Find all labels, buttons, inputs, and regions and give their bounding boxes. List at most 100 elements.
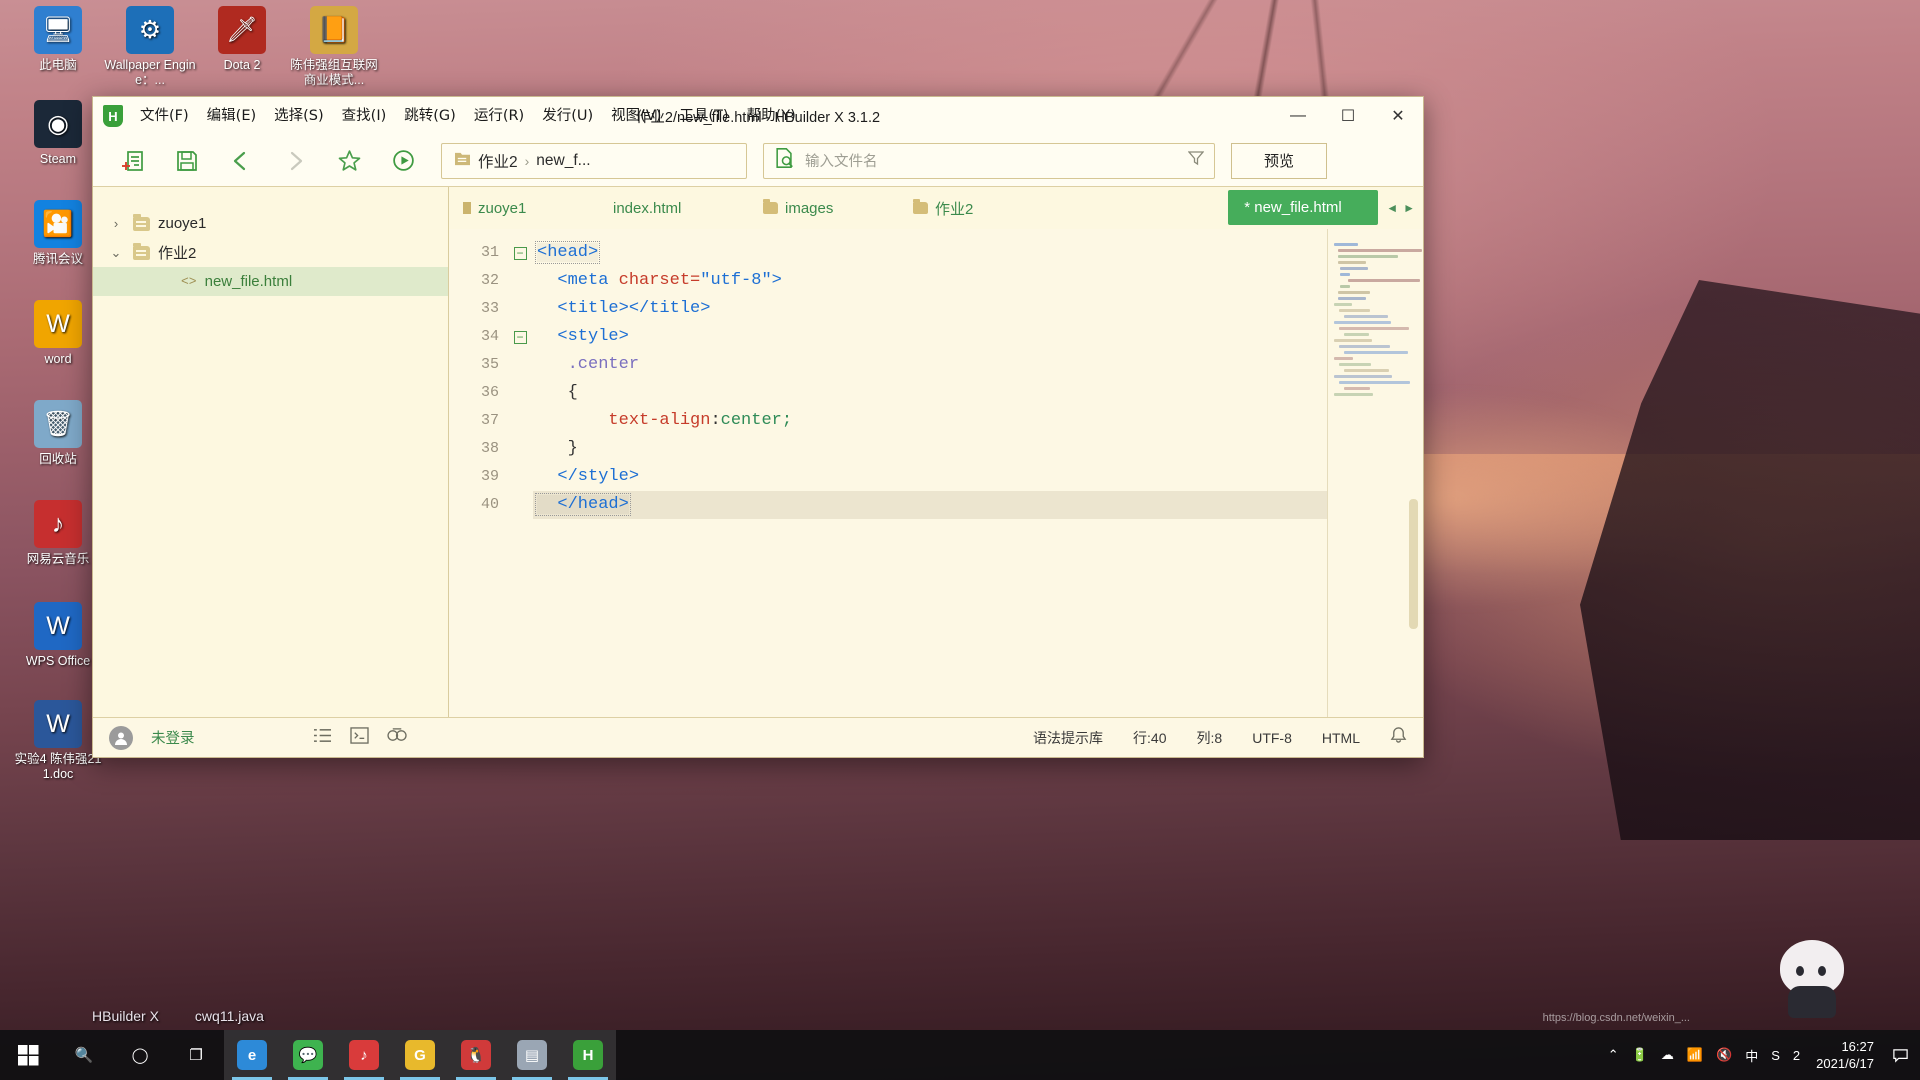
desktop-icon-9[interactable]: W WPS Office [12,602,104,669]
breadcrumb-item-1[interactable]: new_f... [536,152,590,170]
tab--2[interactable]: 作业2 [899,187,1049,229]
desktop-icon-0[interactable]: 🖥 此电脑 [12,6,104,73]
taskbar-cortana-icon[interactable]: ◯ [112,1030,168,1080]
desktop-icon-7[interactable]: 🗑 回收站 [12,400,104,467]
tray-network-icon[interactable]: 📶 [1687,1047,1703,1063]
minimap[interactable] [1327,229,1423,717]
tray-onedrive-icon[interactable]: ☁ [1661,1047,1674,1063]
tab-next-icon[interactable]: ► [1403,201,1415,215]
new-file-icon[interactable] [107,141,159,181]
sidebar-item-zuoye1[interactable]: › zuoye1 [93,209,448,238]
language-label[interactable]: HTML [1322,730,1360,746]
editor-scrollbar[interactable] [1409,499,1418,629]
code-line[interactable]: </head> [533,491,1327,519]
code-line[interactable]: <title></title> [533,295,1327,323]
code-token: : [710,411,721,430]
taskbar-search-icon[interactable]: 🔍 [56,1030,112,1080]
taskbar-hbuilder-icon[interactable]: H [560,1030,616,1080]
tray-volume-mute-icon[interactable]: 🔇 [1716,1047,1732,1063]
menu-item-7[interactable]: 视图(V) [602,97,670,135]
sidebar-item--2[interactable]: ⌄ 作业2 [93,238,448,267]
tab-index-html[interactable]: index.html [599,187,749,229]
bell-icon[interactable] [1390,726,1407,749]
taskbar-edge-icon[interactable]: e [224,1030,280,1080]
taskbar-app-g-icon[interactable]: G [392,1030,448,1080]
tray-chevron-up-icon[interactable]: ⌃ [1608,1047,1619,1063]
fold-control[interactable]: − [507,239,533,267]
windows-start-icon[interactable] [0,1030,56,1080]
fold-control[interactable]: − [507,323,533,351]
tab-zuoye1[interactable]: zuoye1 [449,187,599,229]
menu-item-3[interactable]: 查找(I) [333,97,396,135]
tray-battery-icon[interactable]: 🔋 [1632,1047,1648,1063]
maximize-button[interactable]: ☐ [1323,97,1373,135]
forward-icon[interactable] [269,141,321,181]
user-avatar-icon[interactable] [109,725,133,750]
desktop-icon-4[interactable]: ◉ Steam [12,100,104,167]
taskbar-wechat-icon[interactable]: 💬 [280,1030,336,1080]
tab-images[interactable]: images [749,187,899,229]
desktop-icon-8[interactable]: ♪ 网易云音乐 [12,500,104,567]
code-line[interactable]: text-align:center; [533,407,1327,435]
taskbar-calculator-icon[interactable]: ▤ [504,1030,560,1080]
tab-prev-icon[interactable]: ◄ [1386,201,1398,215]
close-button[interactable]: ✕ [1373,97,1423,135]
back-icon[interactable] [215,141,267,181]
fold-collapse-icon[interactable]: − [513,330,527,344]
menu-item-0[interactable]: 文件(F) [131,97,198,135]
desktop-icon-5[interactable]: 🎦 腾讯会议 [12,200,104,267]
syntax-library-label[interactable]: 语法提示库 [1033,728,1103,748]
taskbar-clock[interactable]: 16:27 2021/6/17 [1810,1038,1880,1072]
notification-icon[interactable] [1880,1030,1920,1080]
fold-gutter[interactable]: − − [507,229,533,717]
code-line[interactable]: <style> [533,323,1327,351]
code-line[interactable]: </style> [533,463,1327,491]
tree-toggle-arrow[interactable]: ⌄ [107,245,125,261]
code-area[interactable]: 31 32 33 34 35 36 37 38 39 40 − − <head> <meta cha… [449,229,1423,717]
taskbar-task-view-icon[interactable]: ❐ [168,1030,224,1080]
login-status[interactable]: 未登录 [151,727,195,748]
run-icon[interactable] [377,141,429,181]
code-line[interactable]: <meta charset="utf-8"> [533,267,1327,295]
save-icon[interactable] [161,141,213,181]
editor-pane: zuoye1 index.html images 作业2 * new_file.html… [449,187,1423,717]
menu-item-2[interactable]: 选择(S) [265,97,333,135]
desktop-icon-6[interactable]: Wword [12,300,104,367]
preview-button[interactable]: 预览 [1231,142,1327,179]
menu-item-9[interactable]: 帮助(Y) [738,97,805,135]
menu-item-1[interactable]: 编辑(E) [198,97,265,135]
desktop-icon-10[interactable]: W 实验4 陈伟强211.doc [12,700,104,782]
sidebar-item-new_file-html[interactable]: <> new_file.html [93,267,448,296]
code-text[interactable]: <head> <meta charset="utf-8"> <title></t… [533,229,1327,717]
tree-toggle-arrow[interactable]: › [107,216,125,231]
code-line[interactable]: .center [533,351,1327,379]
menu-item-8[interactable]: 工具(T) [670,97,737,135]
tray-sogou-icon[interactable]: S [1771,1048,1780,1063]
tab-new_file-html[interactable]: * new_file.html [1228,190,1379,225]
menu-item-6[interactable]: 发行(U) [533,97,602,135]
breadcrumb-item-0[interactable]: 作业2 [478,150,518,172]
menu-item-5[interactable]: 运行(R) [465,97,533,135]
desktop-icon-2[interactable]: 🗡 Dota 2 [196,6,288,73]
terminal-icon[interactable] [349,726,369,749]
fold-collapse-icon[interactable]: − [513,246,527,260]
list-icon[interactable] [313,727,332,749]
filter-icon[interactable] [1187,150,1205,171]
tray-ime-icon[interactable]: 中 [1745,1046,1758,1065]
minimize-button[interactable]: — [1273,97,1323,135]
code-line[interactable]: <head> [533,239,1327,267]
taskbar-netease-music-icon[interactable]: ♪ [336,1030,392,1080]
breadcrumb[interactable]: 作业2 › new_f... [441,142,747,179]
code-line[interactable]: { [533,379,1327,407]
menu-item-4[interactable]: 跳转(G) [395,97,465,135]
tray-tray-badge[interactable]: 2 [1793,1048,1800,1063]
encoding-label[interactable]: UTF-8 [1252,730,1292,746]
search-input[interactable]: 输入文件名 [805,150,1178,171]
code-line[interactable]: } [533,435,1327,463]
star-icon[interactable] [323,141,375,181]
file-search-bar[interactable]: 输入文件名 [763,142,1215,179]
plugin-icon[interactable] [386,727,408,749]
desktop-icon-3[interactable]: 📙 陈伟强组互联网商业模式... [288,6,380,88]
taskbar-qq-icon[interactable]: 🐧 [448,1030,504,1080]
desktop-icon-1[interactable]: ⚙ Wallpaper Engine：... [104,6,196,88]
